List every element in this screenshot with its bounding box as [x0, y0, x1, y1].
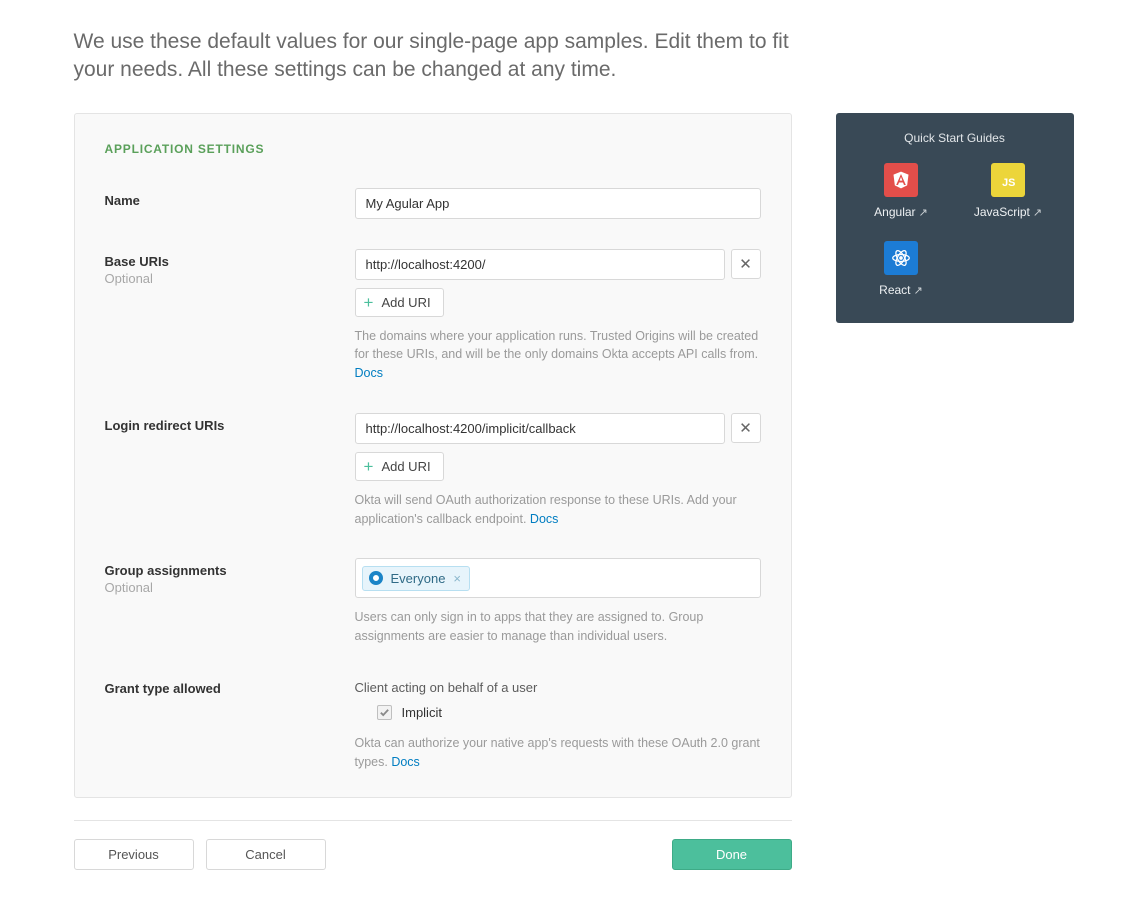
login-uris-label: Login redirect URIs [105, 418, 355, 433]
base-uris-sublabel: Optional [105, 271, 355, 286]
name-label: Name [105, 193, 355, 208]
group-icon [369, 571, 383, 585]
checkbox-icon [377, 705, 392, 720]
cancel-button[interactable]: Cancel [206, 839, 326, 870]
quick-start-javascript-label: JavaScript [974, 205, 1042, 219]
base-uri-input[interactable] [355, 249, 725, 280]
close-icon: ✕ [739, 255, 752, 273]
login-uris-help: Okta will send OAuth authorization respo… [355, 491, 761, 529]
field-base-uris: Base URIs Optional ✕ + Add URI [105, 249, 761, 383]
groups-input[interactable]: Everyone × [355, 558, 761, 598]
grant-docs-link[interactable]: Docs [391, 755, 419, 769]
remove-login-uri-button[interactable]: ✕ [731, 413, 761, 443]
add-login-uri-button[interactable]: + Add URI [355, 452, 444, 481]
quick-start-angular-label: Angular [874, 205, 928, 219]
login-uri-input[interactable] [355, 413, 725, 444]
quick-start-react[interactable]: React [852, 241, 951, 297]
base-uris-help: The domains where your application runs.… [355, 327, 761, 383]
login-uris-docs-link[interactable]: Docs [530, 512, 558, 526]
add-login-uri-label: Add URI [381, 459, 430, 474]
groups-sublabel: Optional [105, 580, 355, 595]
settings-panel: APPLICATION SETTINGS Name Base URIs Opti… [74, 113, 792, 799]
group-chip-everyone: Everyone × [362, 566, 471, 591]
quick-start-title: Quick Start Guides [852, 131, 1058, 145]
grant-help: Okta can authorize your native app's req… [355, 734, 761, 772]
groups-label: Group assignments [105, 563, 355, 578]
grant-label: Grant type allowed [105, 681, 355, 696]
done-button[interactable]: Done [672, 839, 792, 870]
add-base-uri-button[interactable]: + Add URI [355, 288, 444, 317]
js-icon: JS [991, 163, 1025, 197]
groups-help: Users can only sign in to apps that they… [355, 608, 761, 646]
field-login-uris: Login redirect URIs ✕ + Add URI [105, 413, 761, 529]
field-grant: Grant type allowed Client acting on beha… [105, 676, 761, 772]
previous-button[interactable]: Previous [74, 839, 194, 870]
quick-start-card: Quick Start Guides Angular JS JavaScript [836, 113, 1074, 323]
grant-option-label: Implicit [402, 705, 442, 720]
plus-icon: + [364, 458, 374, 475]
plus-icon: + [364, 294, 374, 311]
page-intro: We use these default values for our sing… [74, 28, 794, 85]
group-chip-label: Everyone [391, 571, 446, 586]
footer-divider [74, 820, 792, 821]
quick-start-javascript[interactable]: JS JavaScript [959, 163, 1058, 219]
angular-icon [884, 163, 918, 197]
svg-text:JS: JS [1002, 177, 1015, 189]
remove-group-button[interactable]: × [453, 571, 461, 586]
grant-option-implicit[interactable]: Implicit [355, 705, 761, 720]
footer: Previous Cancel Done [74, 839, 792, 870]
close-icon: ✕ [739, 419, 752, 437]
base-uris-docs-link[interactable]: Docs [355, 366, 383, 380]
section-title: APPLICATION SETTINGS [105, 142, 761, 156]
field-groups: Group assignments Optional Everyone × Us… [105, 558, 761, 646]
remove-base-uri-button[interactable]: ✕ [731, 249, 761, 279]
grant-subhead: Client acting on behalf of a user [355, 680, 761, 695]
add-base-uri-label: Add URI [381, 295, 430, 310]
react-icon [884, 241, 918, 275]
name-input[interactable] [355, 188, 761, 219]
quick-start-react-label: React [879, 283, 923, 297]
quick-start-angular[interactable]: Angular [852, 163, 951, 219]
base-uris-label: Base URIs [105, 254, 355, 269]
quick-start-grid: Angular JS JavaScript [852, 163, 1058, 297]
field-name: Name [105, 188, 761, 219]
